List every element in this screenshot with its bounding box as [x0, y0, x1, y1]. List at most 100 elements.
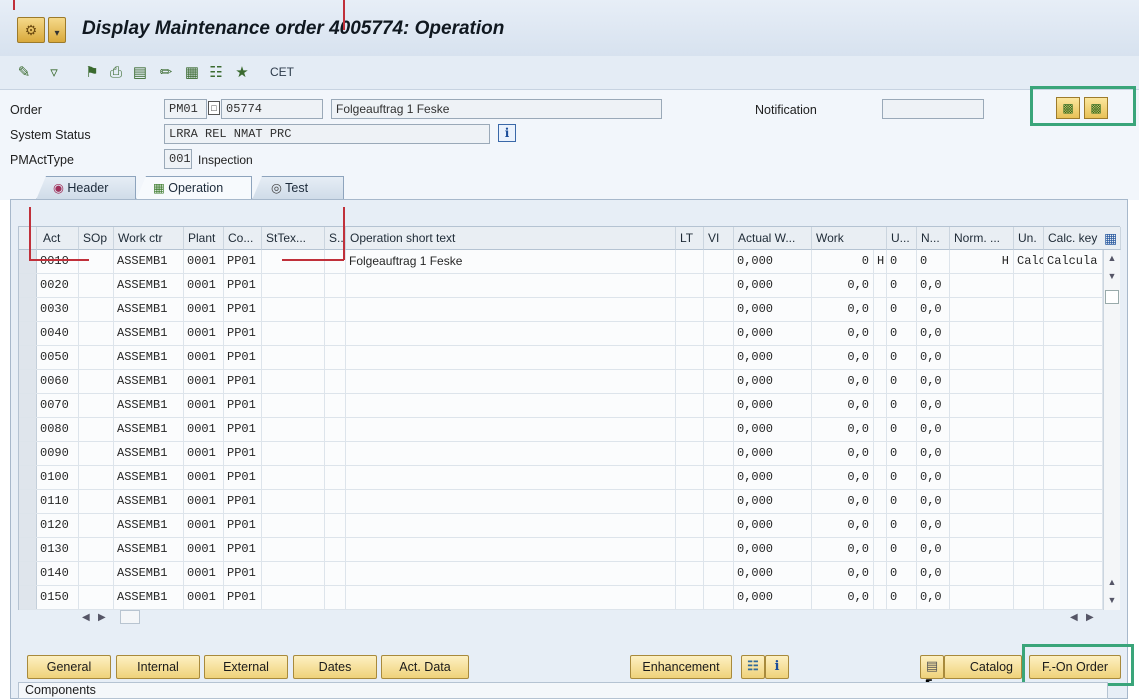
table-cell[interactable] — [79, 586, 114, 609]
table-cell[interactable] — [325, 346, 346, 369]
table-cell[interactable]: 0030 — [37, 298, 79, 321]
table-cell[interactable] — [704, 394, 734, 417]
table-cell[interactable] — [262, 442, 325, 465]
table-cell[interactable]: PP01 — [224, 274, 262, 297]
table-cell[interactable]: 0020 — [37, 274, 79, 297]
table-cell[interactable] — [704, 466, 734, 489]
table-cell[interactable] — [346, 274, 676, 297]
table-cell[interactable] — [325, 370, 346, 393]
table-cell[interactable]: PP01 — [224, 562, 262, 585]
table-cell[interactable]: 0,000 — [734, 562, 812, 585]
table-cell[interactable] — [950, 514, 1014, 537]
table-cell[interactable] — [346, 394, 676, 417]
table-cell[interactable]: ASSEMB1 — [114, 538, 184, 561]
table-cell[interactable]: 0 — [887, 466, 917, 489]
table-cell[interactable]: 0100 — [37, 466, 79, 489]
table-cell[interactable] — [79, 394, 114, 417]
table-cell[interactable]: 0001 — [184, 442, 224, 465]
table-cell[interactable]: ASSEMB1 — [114, 586, 184, 609]
table-cell[interactable] — [874, 538, 887, 561]
copy-icon[interactable]: □ — [208, 101, 220, 115]
table-cell[interactable] — [704, 490, 734, 513]
table-cell[interactable] — [325, 442, 346, 465]
table-cell[interactable]: PP01 — [224, 346, 262, 369]
table-cell[interactable]: 0,0 — [812, 346, 874, 369]
scroll-left-icon[interactable]: ◀ — [82, 612, 90, 623]
table-cell[interactable] — [1044, 442, 1103, 465]
table-cell[interactable] — [1044, 394, 1103, 417]
table-cell[interactable] — [1044, 562, 1103, 585]
column-header[interactable]: Work — [812, 227, 887, 250]
table-cell[interactable]: 0 — [887, 514, 917, 537]
column-header[interactable]: Work ctr — [114, 227, 184, 250]
table-cell[interactable]: Calcula — [1044, 250, 1103, 273]
column-header[interactable]: VI — [704, 227, 734, 250]
table-cell[interactable] — [950, 442, 1014, 465]
table-cell[interactable] — [950, 274, 1014, 297]
table-cell[interactable] — [1044, 370, 1103, 393]
notification-field[interactable] — [882, 99, 984, 119]
table-cell[interactable] — [704, 442, 734, 465]
table-cell[interactable]: 0,000 — [734, 298, 812, 321]
table-cell[interactable] — [262, 562, 325, 585]
table-cell[interactable]: 0,0 — [812, 466, 874, 489]
row-selector[interactable] — [19, 274, 37, 297]
table-cell[interactable] — [1014, 274, 1044, 297]
table-cell[interactable] — [874, 322, 887, 345]
table-cell[interactable] — [1014, 298, 1044, 321]
table-cell[interactable] — [79, 538, 114, 561]
table-cell[interactable] — [346, 346, 676, 369]
table-cell[interactable]: H — [874, 250, 887, 273]
table-row[interactable]: 0130 ASSEMB1 0001 PP01 0,000 0,0 0 0,0 — [19, 538, 1103, 562]
release-icon[interactable]: ⚑ — [82, 63, 102, 83]
table-cell[interactable] — [950, 394, 1014, 417]
table-cell[interactable] — [704, 562, 734, 585]
change-display-icon[interactable]: ✎ — [14, 63, 34, 83]
table-row[interactable]: 0150 ASSEMB1 0001 PP01 0,000 0,0 0 0,0 — [19, 586, 1103, 610]
table-cell[interactable] — [79, 370, 114, 393]
table-cell[interactable] — [1044, 466, 1103, 489]
table-cell[interactable] — [874, 370, 887, 393]
print-icon[interactable]: ⎙ — [106, 63, 126, 83]
table-cell[interactable]: 0 — [887, 370, 917, 393]
table-cell[interactable]: ASSEMB1 — [114, 370, 184, 393]
table-cell[interactable]: 0001 — [184, 514, 224, 537]
network-icon[interactable]: ☷ — [206, 63, 226, 83]
table-cell[interactable]: 0,0 — [917, 538, 950, 561]
table-cell[interactable] — [1014, 346, 1044, 369]
table-cell[interactable] — [1014, 370, 1044, 393]
system-menu-icon[interactable]: ⚙ — [17, 17, 45, 43]
clipboard-icon[interactable]: ▦ — [182, 63, 202, 83]
tab-operation[interactable]: ▦ Operation — [136, 176, 252, 200]
table-row[interactable]: 0060 ASSEMB1 0001 PP01 0,000 0,0 0 0,0 — [19, 370, 1103, 394]
table-cell[interactable] — [346, 322, 676, 345]
table-cell[interactable]: ASSEMB1 — [114, 466, 184, 489]
table-cell[interactable]: 0140 — [37, 562, 79, 585]
table-cell[interactable] — [874, 466, 887, 489]
hierarchy-button-icon[interactable]: ☷ — [741, 655, 765, 679]
table-cell[interactable]: ASSEMB1 — [114, 298, 184, 321]
scroll-down-icon[interactable]: ▼ — [1104, 592, 1120, 608]
table-cell[interactable] — [676, 442, 704, 465]
column-header[interactable]: Un. — [1014, 227, 1044, 250]
table-cell[interactable]: Folgeauftrag 1 Feske — [346, 250, 676, 273]
tab-test[interactable]: ◎ Test — [252, 176, 344, 200]
table-cell[interactable] — [346, 538, 676, 561]
table-cell[interactable] — [950, 322, 1014, 345]
row-selector[interactable] — [19, 514, 37, 537]
table-cell[interactable] — [262, 250, 325, 273]
table-cell[interactable]: 0001 — [184, 562, 224, 585]
row-selector[interactable] — [19, 466, 37, 489]
table-cell[interactable]: 0,000 — [734, 250, 812, 273]
components-section[interactable]: Components — [18, 682, 1108, 699]
table-cell[interactable]: 0110 — [37, 490, 79, 513]
table-cell[interactable]: PP01 — [224, 298, 262, 321]
table-cell[interactable]: 0,000 — [734, 442, 812, 465]
column-header[interactable]: Norm. ... — [950, 227, 1014, 250]
dates-button[interactable]: Dates — [293, 655, 377, 679]
table-cell[interactable] — [704, 298, 734, 321]
f-on-order-button[interactable]: F.-On Order — [1029, 655, 1121, 679]
table-row[interactable]: 0010 ASSEMB1 0001 PP01 Folgeauftrag 1 Feske 0… — [19, 250, 1103, 274]
table-cell[interactable]: 0010 — [37, 250, 79, 273]
table-cell[interactable] — [346, 418, 676, 441]
